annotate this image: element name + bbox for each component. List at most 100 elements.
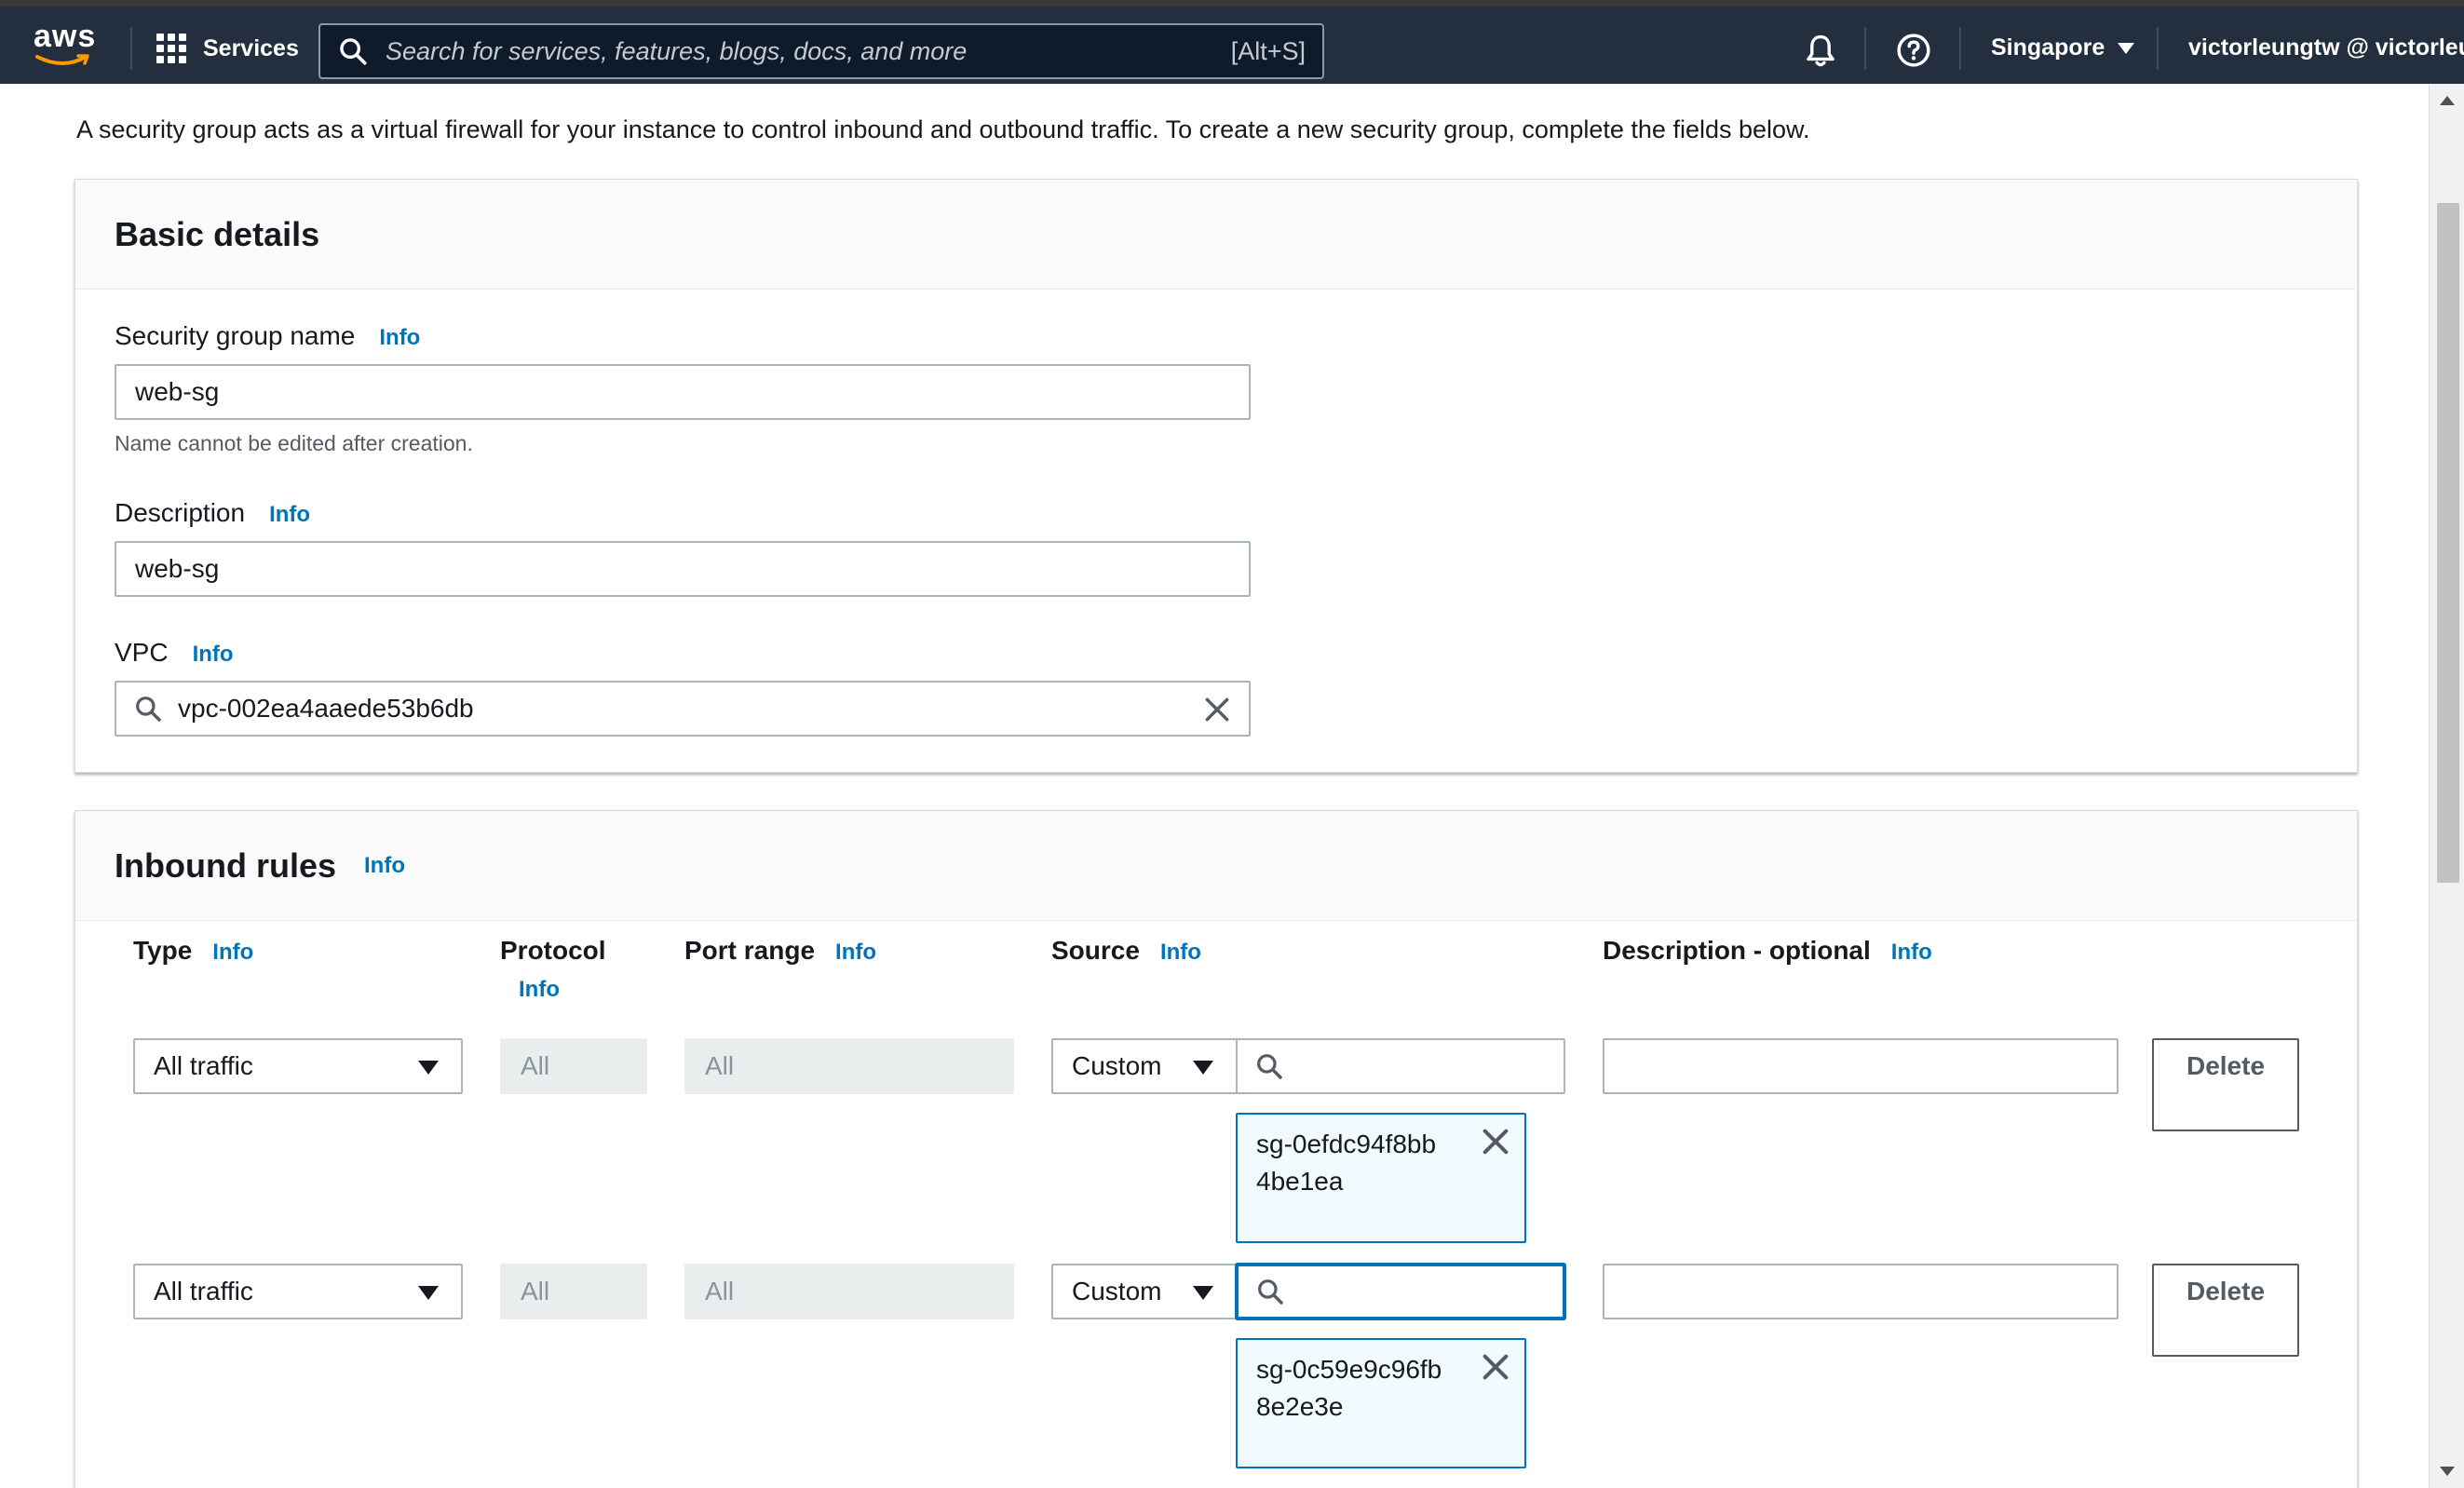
caret-down-icon — [418, 1286, 439, 1300]
services-menu-button[interactable]: Services — [156, 27, 299, 70]
security-group-name-info-link[interactable]: Info — [379, 325, 420, 351]
rule-port-range-value: All — [705, 1051, 735, 1080]
nav-divider — [1864, 27, 1866, 70]
rule-source-type-select[interactable]: Custom — [1051, 1038, 1238, 1094]
column-header-type-text: Type — [133, 936, 193, 965]
rule-source-type-value: Custom — [1072, 1051, 1162, 1080]
basic-details-header: Basic details — [75, 180, 2357, 290]
inbound-rules-title: Inbound rules — [115, 845, 336, 885]
security-group-name-label: Security group name Info — [115, 321, 420, 351]
search-shortcut: [Alt+S] — [1230, 36, 1306, 65]
rule-description-input[interactable] — [1603, 1038, 2119, 1094]
security-group-name-label-text: Security group name — [115, 321, 356, 350]
aws-logo[interactable]: aws — [34, 20, 99, 74]
clear-icon[interactable] — [1202, 695, 1232, 724]
description-optional-info-link[interactable]: Info — [1891, 940, 1932, 965]
search-icon — [1257, 1054, 1282, 1079]
scrollbar-thumb[interactable] — [2437, 203, 2459, 883]
rule-port-range-field: All — [684, 1264, 1014, 1319]
column-header-description: Description - optional Info — [1603, 936, 1932, 966]
global-search-input[interactable]: Search for services, features, blogs, do… — [318, 23, 1324, 79]
type-info-link[interactable]: Info — [212, 940, 253, 965]
rule-protocol-value: All — [521, 1277, 550, 1305]
rule-type-select[interactable]: All traffic — [133, 1264, 463, 1319]
protocol-info-link[interactable]: Info — [519, 977, 560, 1002]
help-icon[interactable] — [1896, 33, 1931, 68]
rule-protocol-field: All — [500, 1264, 647, 1319]
nav-divider — [2157, 27, 2159, 70]
vpc-label-text: VPC — [115, 638, 169, 667]
vpc-search-input[interactable]: vpc-002ea4aaede53b6db — [115, 681, 1251, 737]
rule-protocol-field: All — [500, 1038, 647, 1094]
security-group-name-hint: Name cannot be edited after creation. — [115, 431, 473, 455]
column-header-source: Source Info — [1051, 936, 1201, 966]
basic-details-title: Basic details — [115, 214, 320, 253]
intro-description: A security group acts as a virtual firew… — [76, 115, 1810, 143]
scroll-up-arrow[interactable] — [2430, 84, 2464, 117]
inbound-rules-panel: Inbound rules Info Type Info Protocol Inf… — [74, 810, 2358, 1488]
caret-down-icon — [1193, 1286, 1213, 1300]
vpc-value: vpc-002ea4aaede53b6db — [178, 694, 474, 723]
column-header-port-range: Port range Info — [684, 936, 876, 966]
nav-divider — [130, 27, 132, 70]
description-info-link[interactable]: Info — [269, 502, 310, 528]
rule-source-search-input[interactable] — [1236, 1038, 1565, 1094]
source-token: sg-0c59e9c96fb8e2e3e — [1236, 1338, 1526, 1468]
search-icon — [1258, 1279, 1283, 1305]
rule-source-search-input[interactable] — [1236, 1264, 1565, 1319]
services-grid-icon — [156, 34, 186, 63]
column-header-protocol-text: Protocol — [500, 936, 606, 965]
rule-delete-button[interactable]: Delete — [2152, 1038, 2299, 1131]
notifications-bell-icon[interactable] — [1803, 33, 1838, 70]
rule-type-value: All traffic — [154, 1277, 253, 1305]
rule-delete-button[interactable]: Delete — [2152, 1264, 2299, 1357]
column-header-protocol: Protocol Info — [500, 936, 606, 1003]
services-label: Services — [203, 34, 299, 61]
rule-protocol-value: All — [521, 1051, 550, 1080]
security-group-name-value: web-sg — [135, 377, 220, 406]
description-value: web-sg — [135, 554, 220, 583]
inbound-rules-header: Inbound rules Info — [75, 811, 2357, 921]
rule-type-value: All traffic — [154, 1051, 253, 1080]
column-header-description-text: Description - optional — [1603, 936, 1871, 965]
scroll-down-arrow[interactable] — [2430, 1454, 2464, 1488]
basic-details-panel: Basic details Security group name Info w… — [74, 179, 2358, 773]
source-info-link[interactable]: Info — [1160, 940, 1201, 965]
caret-down-icon — [1193, 1061, 1213, 1075]
remove-token-icon[interactable] — [1480, 1126, 1511, 1157]
chevron-down-icon — [2118, 42, 2135, 54]
remove-token-icon[interactable] — [1480, 1351, 1511, 1383]
source-token-text: sg-0efdc94f8bb4be1ea — [1256, 1130, 1437, 1196]
description-input[interactable]: web-sg — [115, 541, 1251, 597]
nav-divider — [1959, 27, 1961, 70]
rule-description-input[interactable] — [1603, 1264, 2119, 1319]
rule-port-range-value: All — [705, 1277, 735, 1305]
region-selector[interactable]: Singapore — [1991, 34, 2135, 61]
rule-port-range-field: All — [684, 1038, 1014, 1094]
port-range-info-link[interactable]: Info — [835, 940, 876, 965]
region-label: Singapore — [1991, 34, 2105, 61]
caret-down-icon — [418, 1061, 439, 1075]
vpc-label: VPC Info — [115, 638, 234, 668]
search-icon — [136, 697, 161, 722]
column-header-type: Type Info — [133, 936, 253, 966]
rule-type-select[interactable]: All traffic — [133, 1038, 463, 1094]
column-header-port-range-text: Port range — [684, 936, 816, 965]
vpc-info-link[interactable]: Info — [193, 642, 234, 668]
rule-source-type-value: Custom — [1072, 1277, 1162, 1305]
account-menu[interactable]: victorleungtw @ victorleun — [2188, 34, 2464, 61]
source-token: sg-0efdc94f8bb4be1ea — [1236, 1113, 1526, 1243]
page-scrollbar[interactable] — [2429, 84, 2464, 1488]
top-navigation-bar: aws Services Search for services, featur… — [0, 0, 2464, 84]
search-placeholder: Search for services, features, blogs, do… — [386, 36, 968, 65]
description-label-text: Description — [115, 498, 246, 527]
aws-smile-icon — [35, 54, 89, 65]
aws-logo-text: aws — [34, 19, 97, 54]
search-icon — [340, 38, 367, 65]
description-label: Description Info — [115, 498, 310, 528]
rule-source-type-select[interactable]: Custom — [1051, 1264, 1238, 1319]
security-group-name-input[interactable]: web-sg — [115, 364, 1251, 420]
column-header-source-text: Source — [1051, 936, 1140, 965]
inbound-rules-info-link[interactable]: Info — [364, 853, 405, 879]
source-token-text: sg-0c59e9c96fb8e2e3e — [1256, 1355, 1442, 1421]
